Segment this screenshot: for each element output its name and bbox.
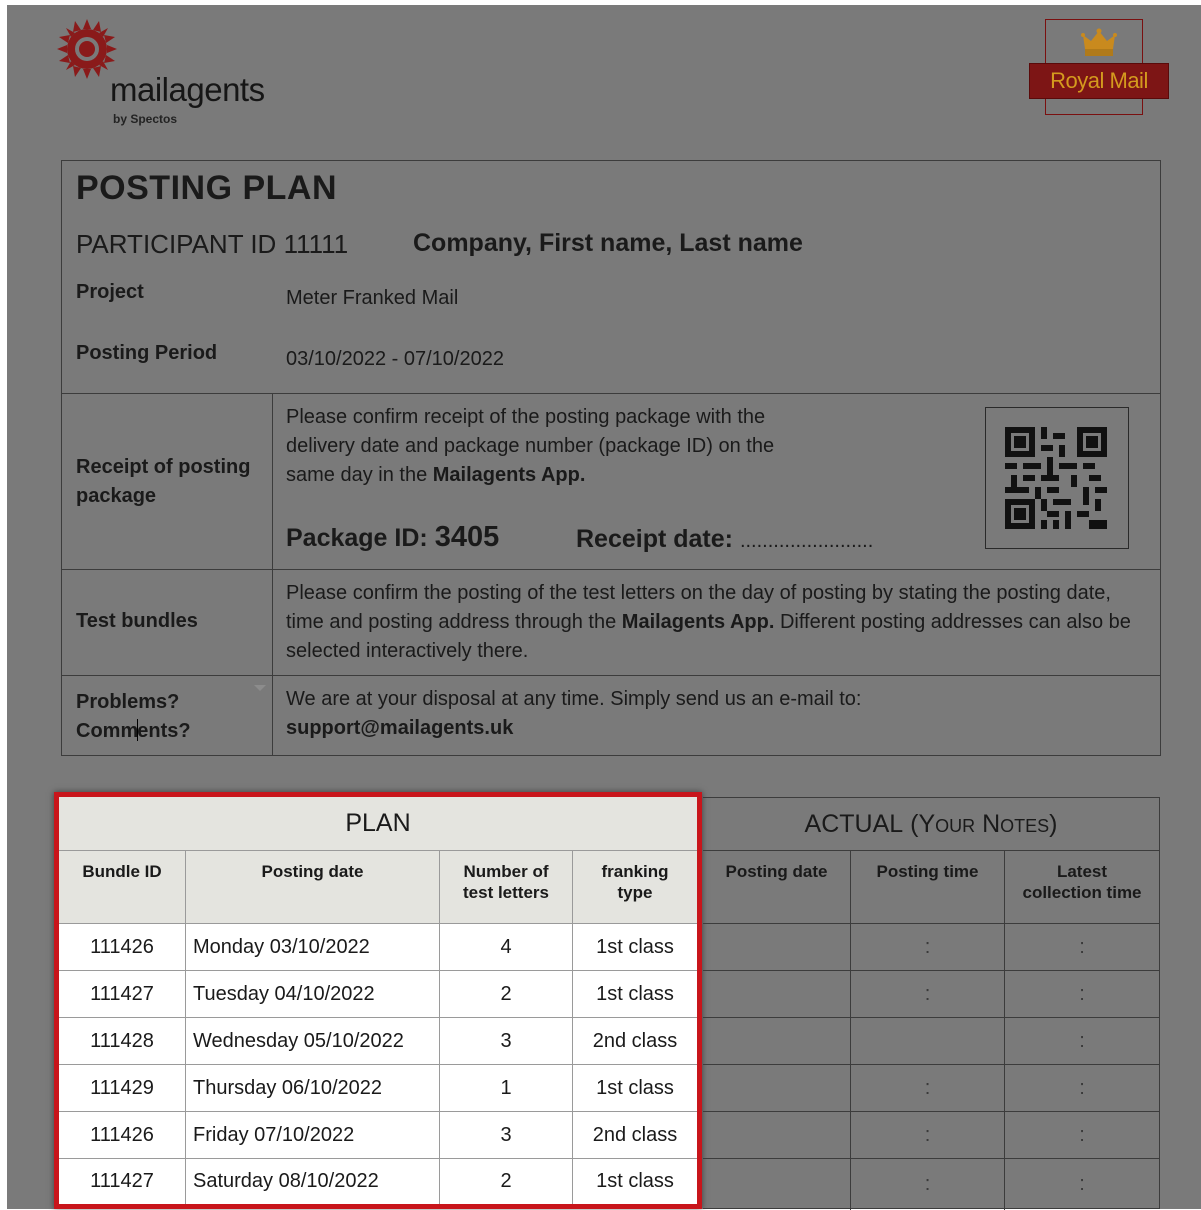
actual-row-3-time[interactable]: [851, 1018, 1004, 1064]
plan-row-1-bundle-id: 111426: [90, 935, 154, 958]
plan-row-1-type: 1st class: [596, 935, 674, 958]
plan-row-3-date: Wednesday 05/10/2022: [193, 1029, 404, 1052]
plan-row-4-letters: 1: [500, 1076, 512, 1099]
actual-row-6-time[interactable]: :: [851, 1159, 1004, 1209]
posting-period-label: Posting Period: [76, 342, 218, 364]
mailagents-tagline: by Spectos: [113, 112, 178, 126]
divider: [62, 569, 1160, 570]
support-email-link[interactable]: support@mailagents.uk: [286, 717, 513, 740]
actual-row-1-collection[interactable]: :: [1005, 924, 1159, 970]
plan-row-3-bundle-id: 111428: [90, 1029, 154, 1052]
divider: [62, 393, 1160, 394]
divider: [62, 675, 1160, 676]
header-actual-posting-time: Posting time: [876, 862, 979, 881]
package-id-value: 3405: [434, 521, 500, 553]
app-name: Mailagents App.: [432, 464, 586, 486]
chevron-down-icon[interactable]: [254, 685, 266, 691]
header-franking-type: franking type: [573, 851, 697, 923]
plan-row-6-date: Saturday 08/10/2022: [193, 1170, 379, 1192]
qr-code-graphic: [1005, 427, 1107, 529]
plan-row-4-type: 1st class: [596, 1076, 674, 1099]
problems-label-line2: Comments?: [76, 717, 191, 746]
header-number-of-letters: Number of test letters: [440, 851, 572, 923]
plan-row-5-type: 2nd class: [592, 1123, 678, 1146]
plan-row-3-type: 2nd class: [592, 1029, 678, 1052]
posting-plan-info-box: POSTING PLAN PARTICIPANT ID 11111 Compan…: [61, 160, 1161, 756]
header-actual-posting-date: Posting date: [725, 862, 828, 881]
plan-row-2-bundle-id: 111427: [90, 982, 154, 1005]
plan-title: PLAN: [59, 797, 697, 850]
royal-mail-crown-icon: [1081, 28, 1117, 56]
plan-row-1-date: Monday 03/10/2022: [193, 935, 370, 958]
participant-id-label: PARTICIPANT ID 11111: [76, 229, 348, 260]
problems-label-part-a: Comm: [76, 720, 139, 742]
actual-row-4-collection[interactable]: :: [1005, 1065, 1159, 1111]
receipt-label: Receipt of posting package: [76, 456, 251, 507]
receipt-date: Receipt date: ........................: [576, 525, 873, 554]
problems-label: Problems? Comments?: [76, 688, 191, 746]
participant-label-text: PARTICIPANT ID: [76, 229, 277, 259]
plan-row-3-letters: 3: [500, 1029, 512, 1052]
plan-row-6-letters: 2: [500, 1170, 512, 1192]
plan-row-2-date: Tuesday 04/10/2022: [193, 982, 375, 1005]
actual-title-text: ACTUAL: [804, 809, 904, 838]
royal-mail-wordmark: Royal Mail: [1029, 63, 1169, 99]
actual-row-3-collection[interactable]: :: [1005, 1018, 1159, 1064]
actual-row-2-time[interactable]: :: [851, 971, 1004, 1017]
actual-row-5-time[interactable]: :: [851, 1112, 1004, 1158]
plan-row-6-type: 1st class: [596, 1170, 674, 1192]
plan-table: PLAN Bundle ID Posting date Number of te…: [54, 792, 702, 1209]
problems-label-line1: Problems?: [76, 691, 180, 713]
project-value: Meter Franked Mail: [286, 287, 459, 309]
test-bundles-instructions: Please confirm the posting of the test l…: [286, 579, 1148, 666]
problems-text: We are at your disposal at any time. Sim…: [286, 688, 862, 710]
actual-title-note: (Your Notes): [910, 809, 1058, 838]
plan-row-5-date: Friday 07/10/2022: [193, 1123, 355, 1146]
problems-label-part-b: ents?: [137, 720, 191, 742]
mailagents-logo: mailagents by Spectos: [55, 17, 295, 127]
actual-row-2-collection[interactable]: :: [1005, 971, 1159, 1017]
page-title: POSTING PLAN: [76, 169, 338, 207]
package-id: Package ID: 3405: [286, 521, 499, 554]
app-name: Mailagents App.: [621, 611, 775, 633]
participant-id-value: 11111: [283, 229, 349, 259]
test-bundles-label: Test bundles: [76, 610, 198, 632]
receipt-date-label: Receipt date:: [576, 525, 733, 553]
posting-period-value: 03/10/2022 - 07/10/2022: [286, 348, 504, 370]
plan-row-2-letters: 2: [500, 982, 512, 1005]
header-bundle-id: Bundle ID: [59, 851, 185, 923]
header-posting-date: Posting date: [186, 851, 439, 923]
project-label: Project: [76, 281, 144, 303]
actual-row-1-time[interactable]: :: [851, 924, 1004, 970]
mailagents-wordmark: mailagents: [110, 71, 265, 108]
plan-row-4-date: Thursday 06/10/2022: [193, 1076, 383, 1099]
plan-table-grid: PLAN Bundle ID Posting date Number of te…: [59, 797, 697, 1204]
actual-row-6-collection[interactable]: :: [1005, 1159, 1159, 1209]
plan-row-1-letters: 4: [500, 935, 512, 958]
participant-name: Company, First name, Last name: [413, 229, 803, 257]
plan-row-5-letters: 3: [500, 1123, 512, 1146]
qr-code-icon: [985, 407, 1129, 549]
actual-row-5-collection[interactable]: :: [1005, 1112, 1159, 1158]
receipt-date-blank[interactable]: ........................: [740, 530, 873, 552]
header-latest-collection-time: Latest collection time: [1022, 862, 1142, 902]
actual-title: ACTUAL (Your Notes): [703, 798, 1159, 850]
receipt-instructions: Please confirm receipt of the posting pa…: [286, 403, 786, 490]
royal-mail-logo: Royal Mail: [1025, 19, 1173, 117]
plan-row-5-bundle-id: 111426: [90, 1123, 154, 1146]
actual-table: ACTUAL (Your Notes) Posting date Posting…: [703, 797, 1160, 1210]
plan-row-4-bundle-id: 111429: [90, 1076, 154, 1099]
actual-row-4-time[interactable]: :: [851, 1065, 1004, 1111]
package-id-label: Package ID:: [286, 524, 428, 552]
divider: [272, 393, 273, 755]
plan-row-6-bundle-id: 111427: [90, 1170, 154, 1192]
plan-row-2-type: 1st class: [596, 982, 674, 1005]
